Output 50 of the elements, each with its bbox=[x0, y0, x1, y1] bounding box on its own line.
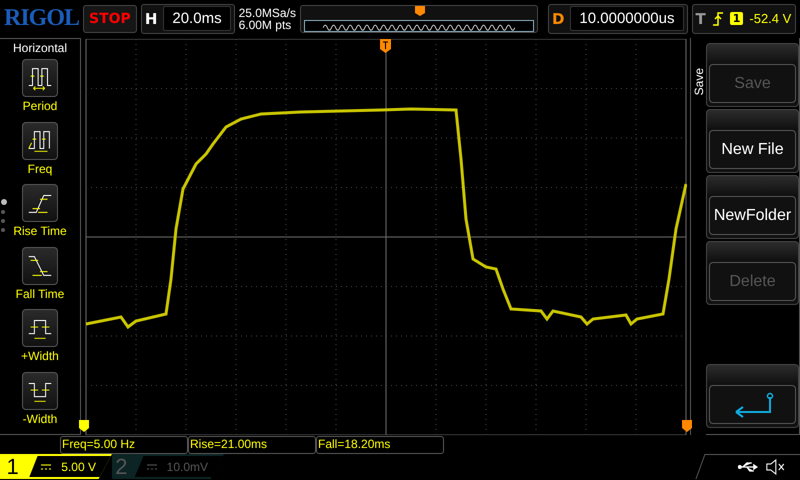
run-stop-button[interactable]: STOP bbox=[83, 4, 137, 32]
delay-box: D 10.0000000us bbox=[548, 4, 688, 34]
soft-button-label: NewFolder bbox=[709, 196, 796, 235]
channel-scale: 5.00 V bbox=[61, 460, 96, 474]
rising-edge-icon bbox=[712, 12, 724, 26]
soft-button[interactable] bbox=[706, 364, 799, 428]
measure-label: Rise Time bbox=[13, 224, 67, 238]
measure-label: Fall Time bbox=[16, 286, 64, 300]
soft-button[interactable]: NewFolder bbox=[706, 175, 799, 239]
measure-button[interactable] bbox=[22, 309, 58, 347]
dc-coupling-icon bbox=[41, 464, 52, 470]
page-dot[interactable] bbox=[1, 219, 5, 223]
measure-button[interactable] bbox=[22, 184, 58, 222]
measure-button[interactable] bbox=[22, 372, 58, 410]
soft-button-label: New File bbox=[709, 130, 796, 169]
speaker-muted-icon bbox=[766, 459, 786, 475]
soft-button-label: Save bbox=[709, 64, 796, 103]
sidebar-title: Horizontal bbox=[12, 41, 68, 55]
measure-label: Period bbox=[22, 99, 58, 113]
menu-title: Save bbox=[692, 68, 706, 96]
page-dot[interactable] bbox=[1, 199, 7, 205]
measure-label: Freq bbox=[28, 162, 52, 176]
measure-button[interactable] bbox=[22, 246, 58, 284]
trigger-source: 1 bbox=[730, 12, 744, 25]
soft-button-label: Delete bbox=[709, 262, 796, 301]
page-dot[interactable] bbox=[1, 228, 5, 232]
measure-button[interactable] bbox=[22, 59, 58, 97]
trigger-marker-icon bbox=[380, 39, 391, 53]
memory-depth: 6.00M pts bbox=[238, 18, 292, 30]
trigger-level: -52.4 V bbox=[749, 11, 792, 26]
timebase-box: H 20.0ms bbox=[140, 4, 235, 34]
sample-rate: 25.0MSa/s bbox=[238, 6, 296, 18]
channel-tab[interactable]: 1 5.00 V bbox=[0, 454, 112, 479]
dc-coupling-icon bbox=[146, 464, 157, 470]
measurement-readout: Rise=21.00ms bbox=[188, 436, 316, 454]
trigger-position-icon bbox=[414, 6, 425, 16]
soft-button[interactable]: New File bbox=[706, 109, 799, 173]
brand-logo: RIGOL bbox=[4, 5, 80, 32]
measurement-readout: Fall=18.20ms bbox=[316, 436, 444, 454]
channel-scale: 10.0mV bbox=[166, 460, 208, 474]
trigger-box: T 1 -52.4 V bbox=[692, 4, 796, 34]
trigger-level-marker-icon bbox=[682, 420, 692, 432]
measurement-readout: Freq=5.00 Hz bbox=[60, 436, 188, 454]
channel-marker-icon bbox=[79, 420, 89, 432]
measure-label: +Width bbox=[21, 349, 59, 363]
channel-tab[interactable]: 2 10.0mV bbox=[112, 454, 224, 479]
measure-button[interactable] bbox=[22, 122, 58, 160]
usb-icon bbox=[738, 461, 760, 473]
page-dot[interactable] bbox=[1, 210, 5, 214]
measure-label: -Width bbox=[22, 412, 58, 426]
